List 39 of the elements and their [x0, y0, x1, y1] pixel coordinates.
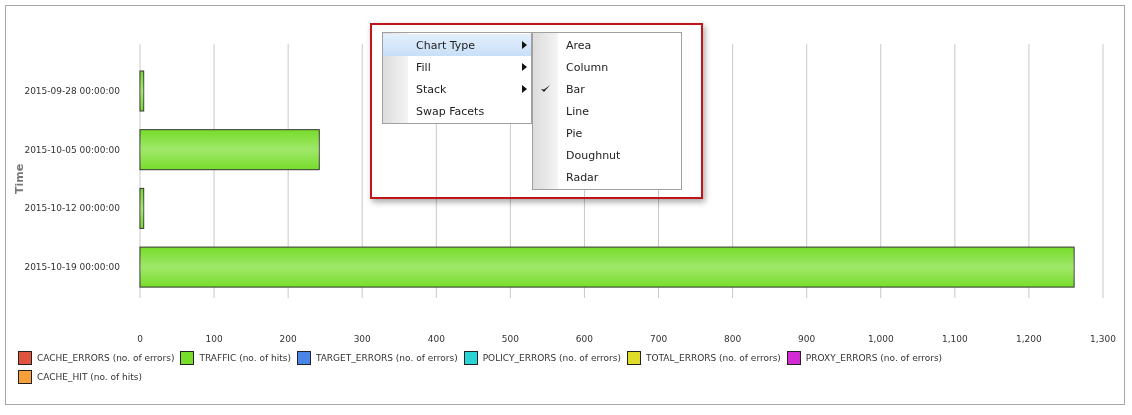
menu-item[interactable]: Bar	[533, 78, 681, 100]
menu-item[interactable]: Area	[533, 34, 681, 56]
tick-label: 1,000	[867, 334, 894, 344]
category-label: 2015-10-19 00:00:00	[24, 262, 120, 273]
tick-label: 1,300	[1090, 334, 1116, 344]
legend-label: TRAFFIC (no. of hits)	[199, 353, 291, 363]
tick-label: 1,200	[1016, 334, 1042, 344]
legend-label: CACHE_ERRORS (no. of errors)	[37, 353, 175, 363]
category-label: 2015-10-05 00:00:00	[24, 144, 120, 155]
bar	[139, 70, 145, 112]
tick-label: 1,100	[941, 334, 968, 344]
menu-item[interactable]: Fill	[383, 56, 531, 78]
category-label: 2015-09-28 00:00:00	[24, 86, 120, 96]
menu-item[interactable]: Radar	[533, 166, 681, 188]
category-label: 2015-10-12 00:00:00	[24, 203, 120, 214]
legend-label: CACHE_HIT (no. of hits)	[37, 372, 143, 382]
legend-label: TOTAL_ERRORS (no. of errors)	[645, 353, 781, 363]
menu-item[interactable]: Column	[533, 56, 681, 78]
menu-item[interactable]: Doughnut	[533, 144, 681, 166]
tick-label: 300	[353, 334, 371, 344]
menu-item[interactable]: Line	[533, 100, 681, 122]
tick-label: 400	[427, 334, 445, 344]
tick-label: 800	[724, 334, 742, 344]
bar	[139, 187, 145, 229]
tick-label: 900	[798, 334, 816, 344]
tick-label: 100	[205, 334, 223, 344]
legend-label: POLICY_ERRORS (no. of errors)	[482, 353, 621, 363]
menu-item[interactable]: Chart Type	[383, 34, 531, 56]
tick-label: 0	[137, 334, 143, 344]
tick-label: 600	[575, 334, 594, 344]
tick-label: 700	[649, 334, 668, 344]
tick-label: 200	[279, 334, 297, 344]
menu-item[interactable]: Pie	[533, 122, 681, 144]
menu-item[interactable]: Stack	[383, 78, 531, 100]
legend-label: PROXY_ERRORS (no. of errors)	[805, 353, 943, 363]
legend-label: TARGET_ERRORS (no. of errors)	[315, 353, 458, 363]
axis-title: Time	[13, 163, 26, 195]
menu-item[interactable]: Swap Facets	[383, 100, 531, 122]
tick-label: 500	[501, 334, 519, 344]
